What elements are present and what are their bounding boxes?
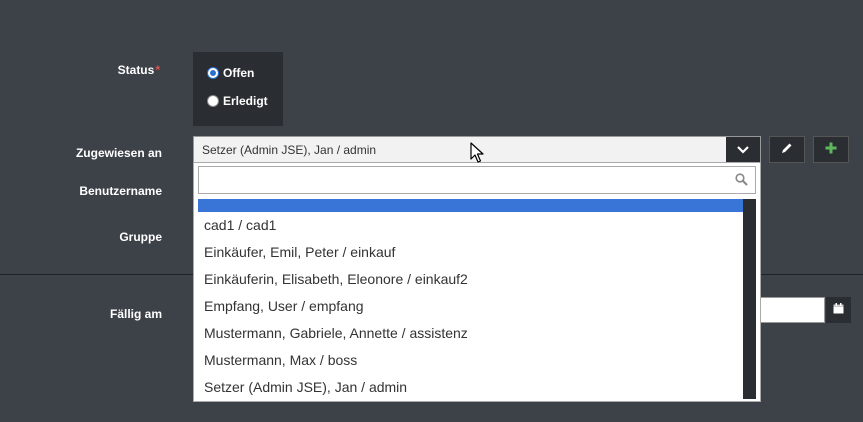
list-item[interactable]: Mustermann, Gabriele, Annette / assisten…	[198, 320, 743, 347]
status-label: Status*	[117, 63, 160, 77]
assigned-select-value: Setzer (Admin JSE), Jan / admin	[202, 142, 377, 157]
search-icon	[735, 173, 749, 187]
list-item[interactable]: Mustermann, Max / boss	[198, 347, 743, 374]
group-label: Gruppe	[119, 230, 162, 244]
list-item[interactable]: Einkäufer, Emil, Peter / einkauf	[198, 239, 743, 266]
list-item[interactable]: Setzer (Admin JSE), Jan / admin	[198, 374, 743, 401]
due-date-input[interactable]	[760, 297, 825, 323]
radio-erledigt-label: Erledigt	[223, 94, 268, 108]
calendar-button[interactable]	[826, 297, 851, 323]
calendar-icon	[833, 301, 844, 319]
radio-erledigt[interactable]: Erledigt	[207, 94, 268, 108]
chevron-down-icon[interactable]	[726, 137, 760, 162]
radio-offen-button[interactable]	[207, 67, 219, 79]
status-radio-group: Offen Erledigt	[193, 52, 283, 126]
radio-erledigt-button[interactable]	[207, 95, 219, 107]
username-label: Benutzername	[79, 184, 162, 198]
due-label: Fällig am	[109, 307, 162, 321]
list-item[interactable]: cad1 / cad1	[198, 212, 743, 239]
required-mark: *	[155, 63, 160, 77]
assigned-label: Zugewiesen an	[75, 146, 162, 160]
radio-offen[interactable]: Offen	[207, 66, 254, 80]
assigned-dropdown: cad1 / cad1 Einkäufer, Emil, Peter / ein…	[193, 162, 761, 402]
list-item[interactable]: Einkäuferin, Elisabeth, Eleonore / einka…	[198, 266, 743, 293]
dropdown-scrollbar[interactable]	[743, 199, 756, 399]
mouse-cursor-icon	[470, 142, 486, 164]
list-item[interactable]	[198, 199, 743, 212]
radio-offen-label: Offen	[223, 66, 255, 80]
list-item[interactable]: Empfang, User / empfang	[198, 293, 743, 320]
dropdown-search-input[interactable]	[198, 166, 756, 194]
dropdown-list: cad1 / cad1 Einkäufer, Emil, Peter / ein…	[198, 199, 743, 399]
edit-button[interactable]	[769, 136, 805, 163]
add-button[interactable]	[813, 136, 849, 163]
pencil-icon	[781, 141, 793, 159]
plus-icon	[825, 141, 837, 159]
